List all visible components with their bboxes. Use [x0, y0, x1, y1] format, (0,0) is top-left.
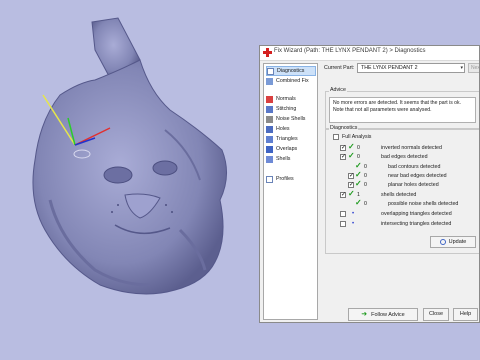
sidebar-item-profiles[interactable]: Profiles	[266, 174, 294, 184]
sidebar-item-label: Profiles	[276, 176, 294, 182]
sidebar-item-combined-fix[interactable]: Combined Fix	[266, 76, 309, 86]
sidebar-item-noise-shells[interactable]: Noise Shells	[266, 114, 305, 124]
sidebar: Diagnostics Combined Fix Normals Stitchi…	[263, 63, 318, 320]
near-bad-edges-count: 0	[364, 173, 367, 179]
sidebar-item-label: Noise Shells	[276, 116, 306, 122]
check-icon: ✓	[348, 151, 355, 160]
shells-checkbox[interactable]: ✓	[340, 192, 346, 198]
close-button[interactable]: Close	[423, 308, 449, 321]
full-analysis-label: Full Analysis	[342, 134, 372, 140]
near-bad-edges-checkbox[interactable]: ✓	[348, 173, 354, 179]
noise-shells-icon	[266, 115, 273, 123]
sidebar-item-label: Shells	[276, 156, 291, 162]
red-cross-icon	[263, 48, 272, 57]
window-title: Fix Wizard (Path: THE LYNX PENDANT 2) > …	[274, 48, 426, 54]
inverted-normals-count: 0	[357, 145, 360, 151]
inverted-normals-checkbox[interactable]: ✓	[340, 145, 346, 151]
shells-icon	[266, 155, 273, 163]
fix-wizard-dialog: Fix Wizard (Path: THE LYNX PENDANT 2) > …	[259, 45, 480, 323]
check-icon: ✓	[355, 161, 362, 170]
overlapping-triangles-label: overlapping triangles detected	[381, 211, 452, 217]
overlaps-icon	[266, 145, 273, 153]
diagnostics-icon	[267, 67, 274, 75]
current-part-label: Current Part:	[324, 65, 355, 71]
sidebar-item-stitching[interactable]: Stitching	[266, 104, 296, 114]
update-label: Update	[448, 239, 467, 245]
sidebar-item-overlaps[interactable]: Overlaps	[266, 144, 297, 154]
intersecting-triangles-label: intersecting triangles detected	[381, 221, 452, 227]
sidebar-item-label: Diagnostics	[277, 68, 305, 74]
stitching-icon	[266, 105, 273, 113]
next-button[interactable]: Nex	[468, 63, 479, 73]
advice-heading: Advice	[329, 87, 347, 93]
sidebar-item-holes[interactable]: Holes	[266, 124, 290, 134]
inverted-normals-label: inverted normals detected	[381, 145, 442, 151]
shells-label: shells detected	[381, 192, 417, 198]
intersecting-triangles-checkbox[interactable]	[340, 221, 346, 227]
update-button[interactable]: Update	[430, 236, 476, 248]
bad-contours-count: 0	[364, 164, 367, 170]
magnifier-icon	[439, 238, 446, 245]
help-button[interactable]: Help	[453, 308, 478, 321]
check-icon: ✓	[355, 170, 362, 179]
bad-edges-checkbox[interactable]: ✓	[340, 154, 346, 160]
sidebar-item-label: Stitching	[276, 106, 297, 112]
bad-contours-label: bad contours detected	[388, 164, 441, 170]
follow-advice-label: Follow Advice	[371, 312, 405, 318]
diagnostics-heading: Diagnostics	[329, 125, 359, 131]
profiles-icon	[266, 175, 273, 183]
check-icon: ✓	[355, 179, 362, 188]
bad-edges-label: bad edges detected	[381, 154, 428, 160]
overlapping-triangles-checkbox[interactable]	[340, 211, 346, 217]
combined-fix-icon	[266, 77, 273, 85]
dot-icon: •	[352, 211, 355, 217]
sidebar-item-label: Overlaps	[276, 146, 298, 152]
sidebar-item-diagnostics[interactable]: Diagnostics	[266, 66, 316, 76]
planar-holes-checkbox[interactable]: ✓	[348, 182, 354, 188]
arrow-right-icon: ➜	[361, 311, 368, 318]
noise-shells-count: 0	[364, 201, 367, 207]
current-part-select[interactable]: THE LYNX PENDANT 2 ▾	[357, 63, 465, 73]
normals-icon	[266, 95, 273, 103]
sidebar-item-shells[interactable]: Shells	[266, 154, 290, 164]
sidebar-item-label: Holes	[276, 126, 290, 132]
follow-advice-button[interactable]: ➜ Follow Advice	[348, 308, 418, 321]
holes-icon	[266, 125, 273, 133]
sidebar-item-normals[interactable]: Normals	[266, 94, 296, 104]
planar-holes-count: 0	[364, 182, 367, 188]
title-bar: Fix Wizard (Path: THE LYNX PENDANT 2) > …	[260, 46, 479, 61]
planar-holes-label: planar holes detected	[388, 182, 439, 188]
check-icon: ✓	[348, 189, 355, 198]
check-icon: ✓	[348, 142, 355, 151]
advice-text: No more errors are detected. It seems th…	[329, 97, 476, 123]
triangles-icon	[266, 135, 273, 143]
bad-edges-count: 0	[357, 154, 360, 160]
chevron-down-icon: ▾	[460, 65, 463, 71]
check-icon: ✓	[355, 198, 362, 207]
sidebar-item-label: Combined Fix	[276, 78, 309, 84]
sidebar-item-triangles[interactable]: Triangles	[266, 134, 298, 144]
dot-icon: •	[352, 221, 355, 227]
noise-shells-label: possible noise shells detected	[388, 201, 459, 207]
full-analysis-checkbox[interactable]	[333, 134, 339, 140]
sidebar-item-label: Triangles	[276, 136, 298, 142]
current-part-value: THE LYNX PENDANT 2	[361, 65, 418, 71]
sidebar-item-label: Normals	[276, 96, 296, 102]
near-bad-edges-label: near bad edges detected	[388, 173, 447, 179]
